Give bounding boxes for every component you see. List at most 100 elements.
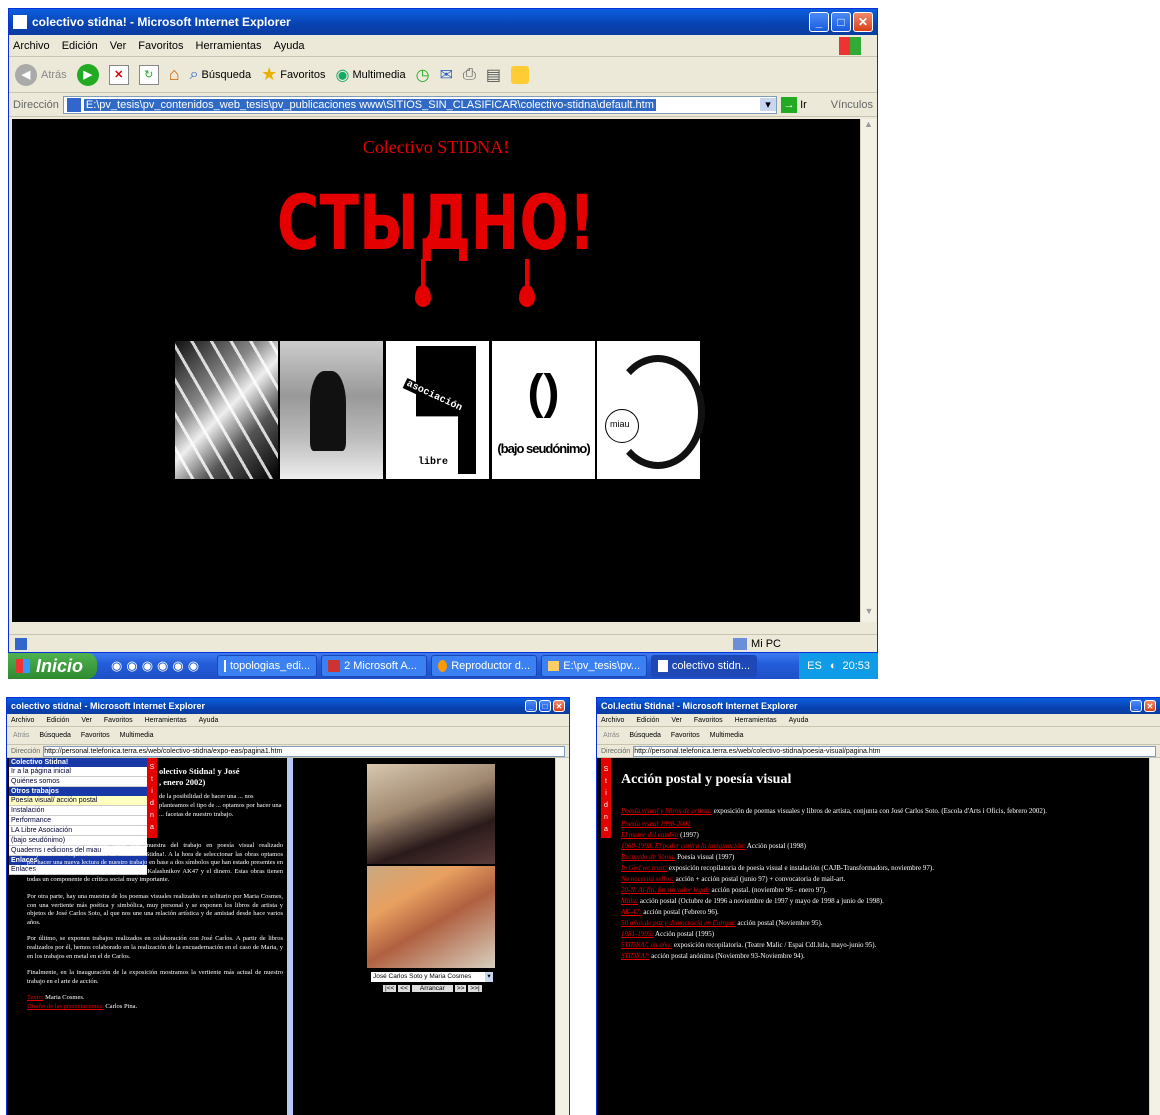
last-slide-button[interactable]: >>| (468, 985, 482, 992)
tile-asociacion-libre[interactable]: asociación libre (386, 341, 489, 479)
menu-favoritos[interactable]: Favoritos (138, 40, 183, 52)
nav-item-inicio[interactable]: Ir a la página inicial (9, 767, 147, 777)
works-item-link[interactable]: 1968-1998. El poder contra la imaginació… (621, 842, 745, 850)
left-title-bar[interactable]: colectivo stidna! - Microsoft Internet E… (7, 698, 569, 714)
nav-item-instalacion[interactable]: Instalación (9, 806, 147, 816)
works-item-link[interactable]: 1981-1995: (621, 930, 654, 938)
scroll-down-arrow-icon[interactable]: ▼ (861, 606, 877, 622)
works-item-link[interactable]: 50 años de paz y democracia en Europa: (621, 919, 736, 927)
edit-button[interactable]: ▤ (486, 65, 501, 85)
right-menu-favoritos[interactable]: Favoritos (694, 717, 723, 724)
right-menu-herramientas[interactable]: Herramientas (735, 717, 777, 724)
tile-miau[interactable]: miau (597, 341, 705, 479)
go-button[interactable]: → Ir (781, 96, 807, 113)
works-item-link[interactable]: Recuerdo de Sónia. (621, 853, 675, 861)
left-menu-archivo[interactable]: Archivo (11, 717, 34, 724)
task-explorer-folder[interactable]: E:\pv_tesis\pv... (541, 655, 648, 677)
history-button[interactable]: ◷ (416, 65, 430, 85)
right-multimedia-button[interactable]: Multimedia (710, 732, 744, 739)
right-close-button[interactable]: ✕ (1144, 700, 1156, 712)
links-label[interactable]: Vínculos (831, 99, 873, 111)
right-search-button[interactable]: Búsqueda (629, 732, 661, 739)
nav-item-performance[interactable]: Performance (9, 816, 147, 826)
menu-edicion[interactable]: Edición (62, 40, 98, 52)
nav-item-libre-asociacion[interactable]: LA Libre Asociación (9, 826, 147, 836)
left-multimedia-button[interactable]: Multimedia (120, 732, 154, 739)
left-maximize-button[interactable]: □ (539, 700, 551, 712)
left-menu-edicion[interactable]: Edición (46, 717, 69, 724)
main-vertical-scrollbar[interactable]: ▲ ▼ (860, 119, 876, 622)
left-vertical-scrollbar[interactable] (555, 758, 569, 1115)
dropdown-arrow-icon[interactable]: ▾ (760, 98, 777, 111)
home-button[interactable]: ⌂ (169, 64, 180, 85)
menu-herramientas[interactable]: Herramientas (196, 40, 262, 52)
scroll-up-arrow-icon[interactable]: ▲ (861, 119, 876, 135)
tile-photo-man[interactable] (280, 341, 383, 479)
nav-item-quienes-somos[interactable]: Quiénes somos (9, 777, 147, 787)
forward-button[interactable]: ▶ (76, 63, 99, 86)
left-content-scrollbar[interactable] (287, 758, 293, 1115)
task-reproductor[interactable]: Reproductor d... (431, 655, 538, 677)
works-item-link[interactable]: STIDNA!: (621, 952, 649, 960)
left-favorites-button[interactable]: Favoritos (81, 732, 110, 739)
left-minimize-button[interactable]: _ (525, 700, 537, 712)
task-microsoft-access[interactable]: 2 Microsoft A... (321, 655, 428, 677)
nav-item-poesia-visual[interactable]: Poesía visual/ acción postal (9, 796, 147, 806)
left-back-button[interactable]: Atrás (13, 732, 29, 739)
works-item-link[interactable]: No necesita sellos: (621, 875, 674, 883)
quicklaunch-icons[interactable]: ◉◉◉◉◉◉ (111, 658, 203, 674)
close-button[interactable]: ✕ (853, 12, 873, 32)
right-back-button[interactable]: Atrás (603, 732, 619, 739)
works-item-link[interactable]: Poesía visual 1998-2001 (621, 820, 691, 828)
task-colectivo-stidna[interactable]: colectivo stidn... (651, 655, 758, 677)
volume-icon[interactable]: ◐ (830, 660, 837, 672)
left-menu-ayuda[interactable]: Ayuda (199, 717, 219, 724)
multimedia-button[interactable]: ◉ Multimedia (335, 65, 405, 85)
maximize-button[interactable]: □ (831, 12, 851, 32)
left-menu-herramientas[interactable]: Herramientas (145, 717, 187, 724)
minimize-button[interactable]: _ (809, 12, 829, 32)
left-address-input[interactable]: http://personal.telefonica.terra.es/web/… (43, 745, 565, 757)
right-menu-ayuda[interactable]: Ayuda (789, 717, 809, 724)
prev-slide-button[interactable]: << (398, 985, 410, 992)
left-close-button[interactable]: ✕ (553, 700, 565, 712)
works-item-link[interactable]: AK-47: (621, 908, 642, 916)
back-button[interactable]: ◀ Atrás (15, 63, 67, 86)
right-menu-ver[interactable]: Ver (671, 717, 682, 724)
left-search-button[interactable]: Búsqueda (39, 732, 71, 739)
works-item-link[interactable]: Poesía visual y libros de artista: (621, 807, 712, 815)
stop-button[interactable]: ✕ (108, 64, 129, 85)
right-menu-edicion[interactable]: Edición (636, 717, 659, 724)
right-menu-archivo[interactable]: Archivo (601, 717, 624, 724)
works-item-link[interactable]: STIDNA!, un año: (621, 941, 672, 949)
tile-photo-woman[interactable] (175, 341, 278, 479)
slideshow-select[interactable]: José Carlos Soto y Maria Cosmes ▾ (371, 972, 493, 982)
right-title-bar[interactable]: Col.lectiu Stidna! - Microsoft Internet … (597, 698, 1160, 714)
right-vertical-scrollbar[interactable] (1149, 758, 1160, 1115)
left-menu-ver[interactable]: Ver (81, 717, 92, 724)
address-input[interactable]: E:\pv_tesis\pv_contenidos_web_tesis\pv_p… (62, 95, 778, 114)
menu-ver[interactable]: Ver (110, 40, 127, 52)
print-button[interactable]: ⎙ (463, 66, 476, 84)
search-button[interactable]: ⌕ Búsqueda (190, 66, 252, 84)
left-menu-favoritos[interactable]: Favoritos (104, 717, 133, 724)
first-slide-button[interactable]: |<< (383, 985, 397, 992)
task-topologias[interactable]: topologias_edi... (217, 655, 318, 677)
tile-bajo-seudonimo[interactable]: () (bajo seudónimo) (492, 341, 595, 479)
refresh-button[interactable]: ↻ (138, 64, 159, 85)
works-item-link[interactable]: El motor del cambio (621, 831, 678, 839)
right-address-input[interactable]: http://personal.telefonica.terra.es/web/… (633, 745, 1156, 757)
mail-button[interactable]: ✉ (440, 65, 453, 85)
works-item-link[interactable]: 20-N. Al-fin, fin sin valor legal: (621, 886, 710, 894)
right-favorites-button[interactable]: Favoritos (671, 732, 700, 739)
start-slideshow-button[interactable]: Arrancar (411, 985, 453, 992)
right-minimize-button[interactable]: _ (1130, 700, 1142, 712)
menu-ayuda[interactable]: Ayuda (274, 40, 305, 52)
start-button[interactable]: Inicio (8, 653, 98, 679)
works-item-link[interactable]: In God we trust: (621, 864, 667, 872)
messenger-button[interactable] (510, 65, 529, 84)
favorites-button[interactable]: ★ Favoritos (261, 64, 325, 85)
next-slide-button[interactable]: >> (454, 985, 467, 992)
works-item-link[interactable]: Malu: (621, 897, 638, 905)
menu-archivo[interactable]: Archivo (13, 40, 50, 52)
